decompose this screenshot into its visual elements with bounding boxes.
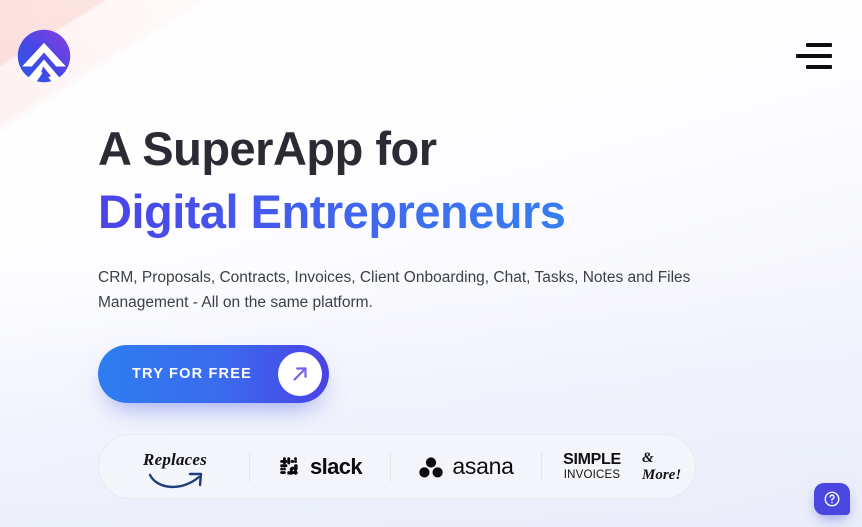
asana-dots-icon	[419, 456, 444, 477]
more-brands-cell[interactable]: & More!	[642, 435, 695, 498]
cta-icon-circle	[277, 352, 322, 397]
question-mark-icon	[824, 491, 840, 507]
hamburger-menu-button[interactable]	[792, 36, 836, 76]
simple-invoices-wordmark: SIMPLE INVOICES	[563, 450, 621, 482]
page-title: A SuperApp for Digital Entrepreneurs	[98, 118, 818, 243]
replaces-label: Replaces	[143, 449, 207, 469]
hamburger-line-middle	[796, 54, 832, 58]
brand-simple-invoices[interactable]: SIMPLE INVOICES	[542, 435, 642, 498]
slack-label: slack	[309, 453, 363, 479]
page-root: A SuperApp for Digital Entrepreneurs CRM…	[0, 0, 862, 527]
hamburger-line-bottom	[806, 65, 832, 69]
hero-subheadline: CRM, Proposals, Contracts, Invoices, Cli…	[98, 269, 691, 312]
cta-label: TRY FOR FREE	[132, 366, 252, 383]
pipeline-logo-icon	[17, 29, 71, 83]
brand-slack[interactable]: slack	[250, 435, 390, 498]
slack-hash-icon	[280, 456, 298, 475]
curved-arrow-icon	[148, 472, 203, 489]
try-for-free-button[interactable]: TRY FOR FREE	[98, 345, 329, 404]
asana-label: asana	[452, 453, 514, 479]
replaces-label-cell: Replaces	[99, 435, 249, 498]
simple-invoices-label-bottom: INVOICES	[563, 468, 621, 481]
more-label: & More!	[642, 449, 682, 483]
simple-invoices-label-top: SIMPLE	[563, 450, 621, 468]
arrow-up-right-icon	[293, 367, 307, 381]
headline-line-2: Digital Entrepreneurs	[98, 181, 818, 244]
headline-line-1: A SuperApp for	[98, 122, 437, 175]
site-header	[0, 0, 862, 112]
brand-asana[interactable]: asana	[391, 435, 541, 498]
replaces-brands-bar: Replaces slack asana SIMPLE INVOICES & M…	[98, 434, 696, 499]
hamburger-line-top	[806, 43, 832, 47]
help-button[interactable]	[814, 483, 850, 515]
logo-link[interactable]	[16, 28, 72, 84]
hero-section: A SuperApp for Digital Entrepreneurs CRM…	[98, 118, 818, 404]
